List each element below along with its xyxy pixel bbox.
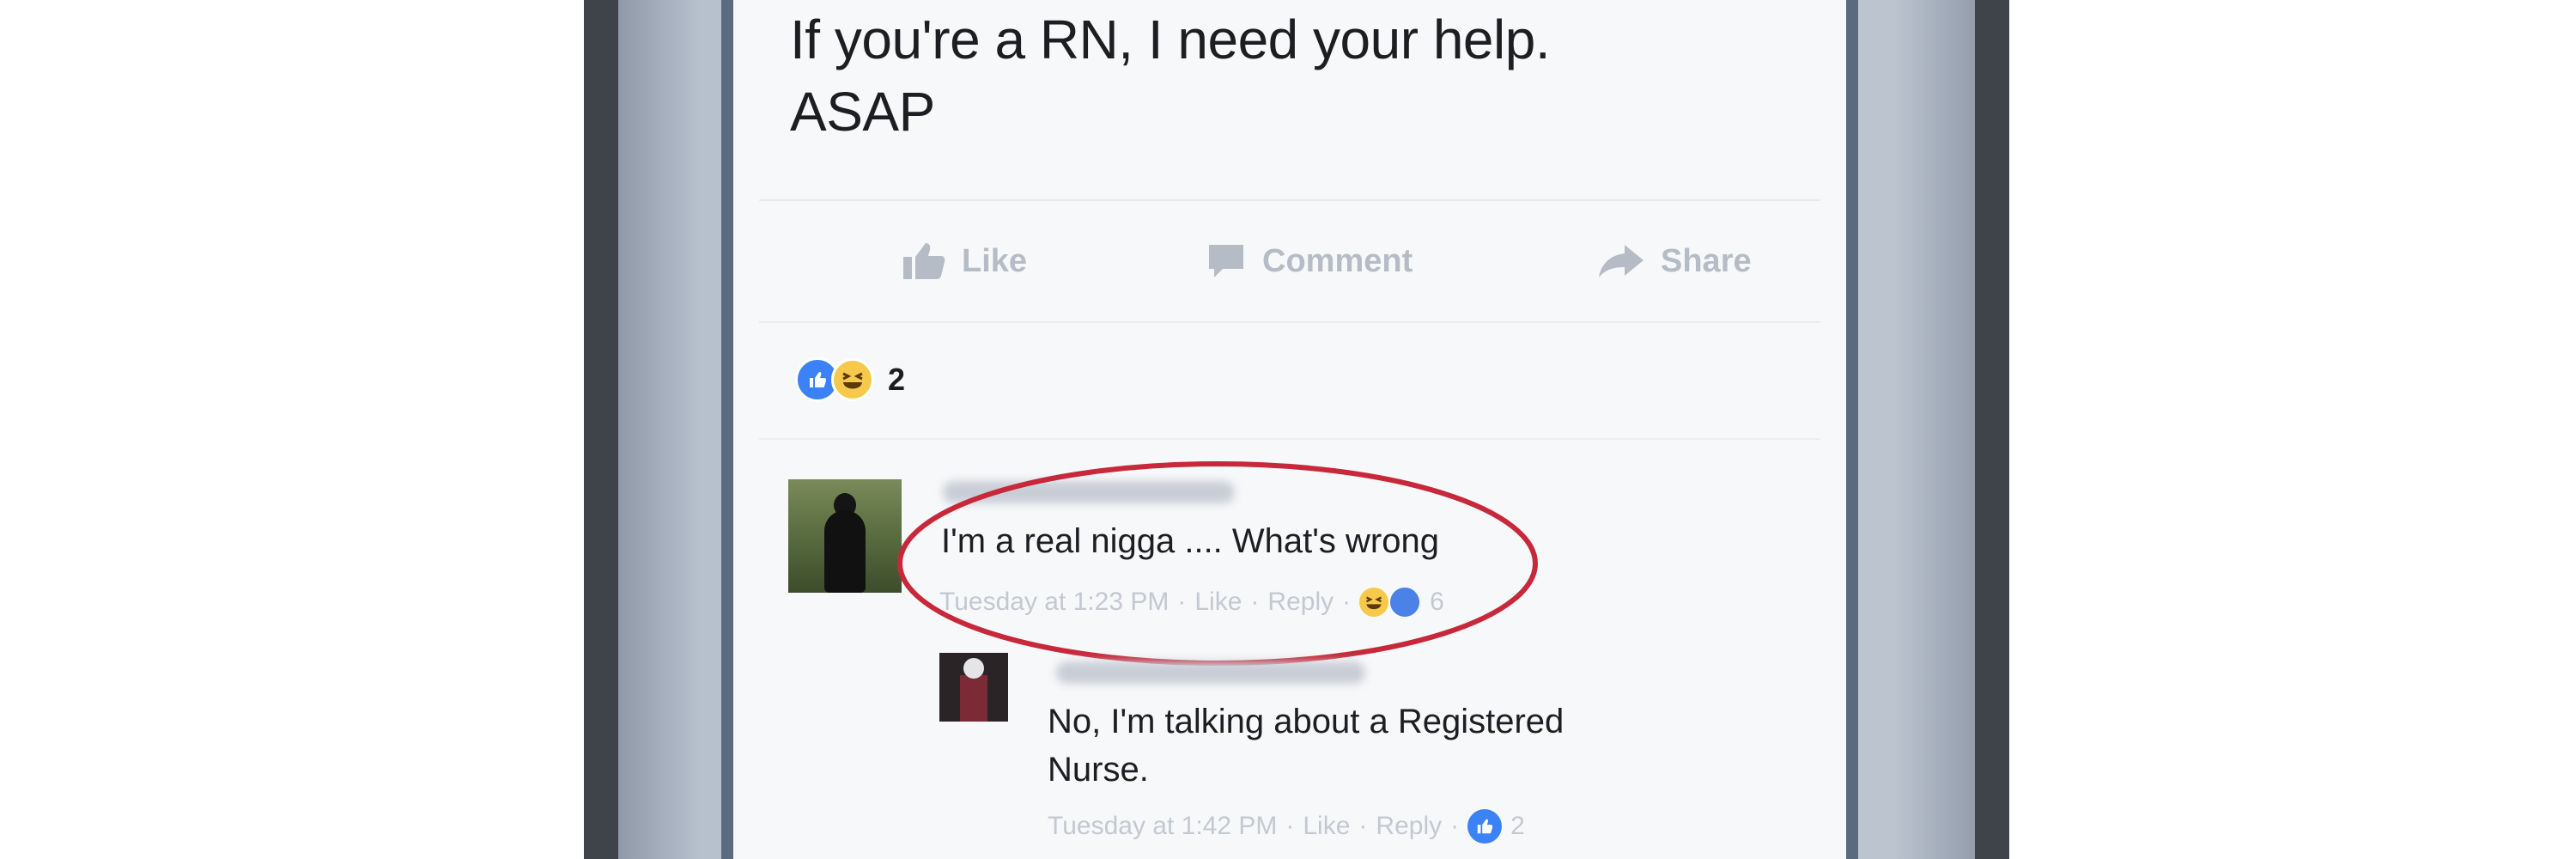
avatar-shirt-shape <box>960 675 987 722</box>
reply-text-line1: No, I'm talking about a Registered <box>1048 703 1564 740</box>
meta-separator: · <box>1285 812 1295 840</box>
share-arrow-icon <box>1599 245 1643 277</box>
share-button-label: Share <box>1661 242 1752 279</box>
reply-text-line2: Nurse. <box>1048 751 1149 789</box>
like-reaction-icon[interactable] <box>1467 809 1503 844</box>
post-reactions[interactable]: 2 <box>795 357 906 402</box>
post-action-bar: Like Comment Share <box>759 199 1820 323</box>
haha-reaction-icon <box>831 358 874 401</box>
reply-meta: Tuesday at 1:42 PM · Like · Reply · 2 <box>1048 809 1525 844</box>
reaction-count: 2 <box>888 362 906 397</box>
like-button-label: Like <box>962 242 1028 279</box>
comment-button[interactable]: Comment <box>1206 239 1413 283</box>
avatar-face-shape <box>963 658 984 679</box>
red-circle-highlight <box>897 461 1538 666</box>
reply-reply-link[interactable]: Reply <box>1376 812 1442 841</box>
post-text: If you're a RN, I need your help. ASAP <box>790 3 1786 148</box>
reactions-divider <box>759 438 1820 440</box>
comment-button-label: Comment <box>1262 242 1413 279</box>
reply-like-link[interactable]: Like <box>1303 812 1350 841</box>
facebook-post-screen: If you're a RN, I need your help. ASAP L… <box>733 0 1846 859</box>
reply-reaction-count: 2 <box>1510 812 1525 840</box>
post-text-line2: ASAP <box>790 81 935 143</box>
meta-separator: · <box>1450 812 1460 840</box>
share-button[interactable]: Share <box>1597 239 1752 283</box>
post-text-line1: If you're a RN, I need your help. <box>790 9 1551 70</box>
screen-bezel-right <box>1846 0 1858 859</box>
reply-timestamp[interactable]: Tuesday at 1:42 PM <box>1048 812 1277 841</box>
screen-bezel-left <box>721 0 733 859</box>
reply-avatar[interactable] <box>939 653 1008 722</box>
reply-author-name-blurred[interactable] <box>1056 661 1365 684</box>
meta-separator: · <box>1358 812 1368 840</box>
comment-icon <box>1209 245 1243 277</box>
reply-text: No, I'm talking about a Registered Nurse… <box>1048 698 1786 794</box>
like-button[interactable]: Like <box>902 239 1027 283</box>
thumbs-up-icon <box>903 243 945 279</box>
commenter-avatar[interactable] <box>788 479 902 593</box>
avatar-figure-shape <box>824 510 866 593</box>
